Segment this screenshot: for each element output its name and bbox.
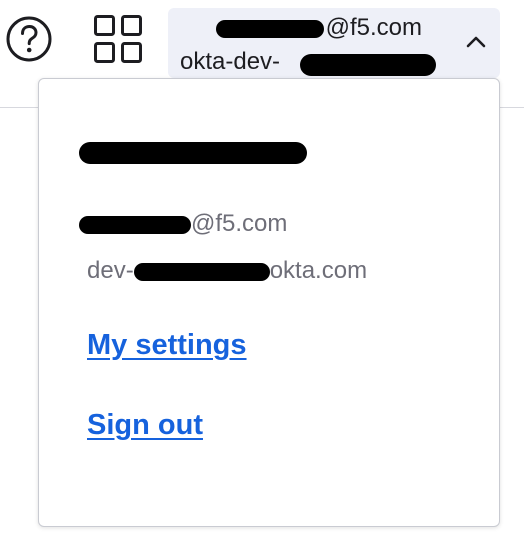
user-email-domain: @f5.com	[191, 210, 288, 237]
user-org: dev-okta.com	[87, 257, 367, 285]
question-circle-icon	[6, 16, 52, 62]
account-menu-toggle[interactable]: @f5.com okta-dev-	[168, 8, 500, 78]
account-org-prefix: okta-dev-	[180, 48, 281, 75]
chevron-up-icon	[462, 28, 490, 56]
account-email-domain: @f5.com	[325, 14, 422, 41]
user-email: @f5.com	[79, 210, 288, 238]
sign-out-link[interactable]: Sign out	[87, 409, 203, 442]
account-email-redaction	[215, 19, 324, 38]
help-button[interactable]	[5, 15, 53, 63]
account-email: @f5.com	[180, 14, 422, 42]
apps-button[interactable]	[92, 14, 144, 64]
user-name-redaction	[79, 142, 307, 164]
account-org-redaction	[300, 54, 436, 76]
user-org-prefix: dev-	[87, 257, 134, 284]
user-email-redaction	[79, 215, 191, 234]
user-org-redaction	[133, 262, 270, 281]
okta-header-account-menu: @f5.com okta-dev- @f5.com dev-okta.com M…	[0, 0, 524, 556]
my-settings-link[interactable]: My settings	[87, 329, 247, 362]
user-org-suffix: okta.com	[269, 257, 368, 284]
account-dropdown: @f5.com dev-okta.com My settings Sign ou…	[38, 78, 500, 527]
grid-icon	[94, 15, 142, 63]
